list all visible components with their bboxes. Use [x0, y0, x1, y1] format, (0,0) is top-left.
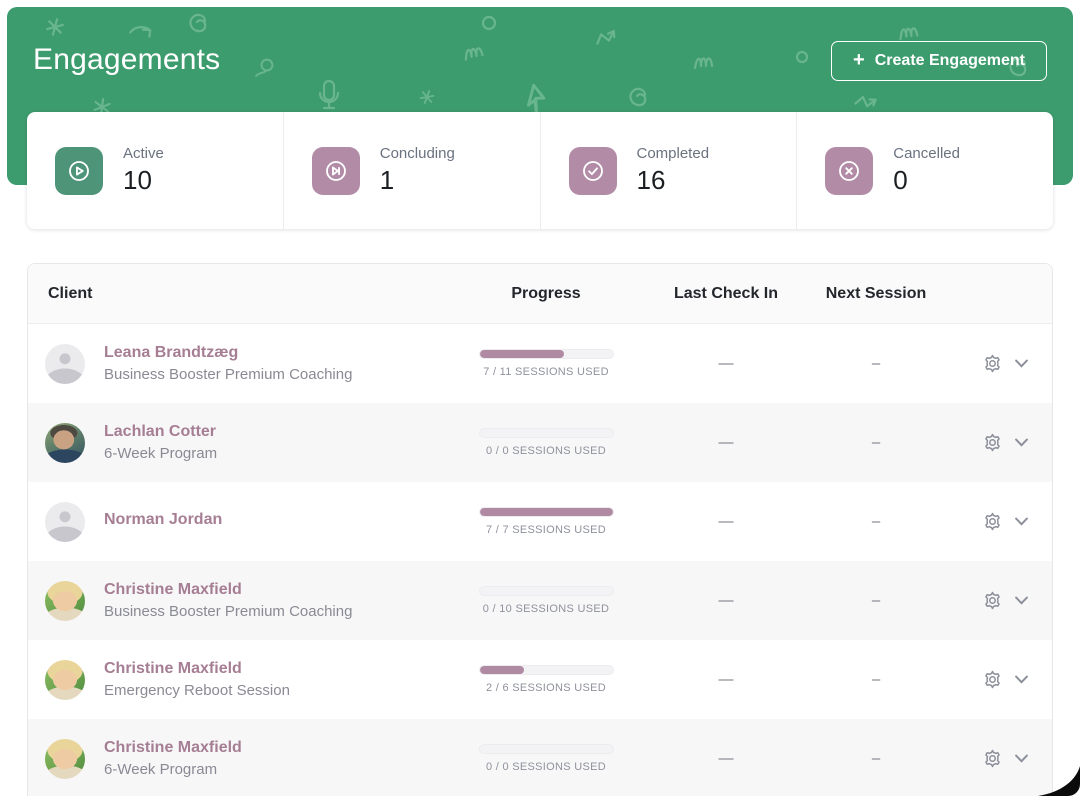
- engagements-table: Client Progress Last Check In Next Sessi…: [27, 263, 1053, 796]
- settings-gear-icon[interactable]: [982, 511, 1003, 532]
- settings-gear-icon[interactable]: [982, 590, 1003, 611]
- progress-cell: 0 / 10 SESSIONS USED: [448, 586, 644, 615]
- last-check-in: —: [644, 671, 808, 688]
- last-check-in: —: [644, 355, 808, 372]
- settings-gear-icon[interactable]: [982, 353, 1003, 374]
- chevron-down-icon[interactable]: [1015, 438, 1028, 447]
- plus-icon: +: [853, 50, 865, 70]
- stat-value: 1: [380, 165, 455, 196]
- stat-card-completed: Completed 16: [540, 112, 797, 229]
- stat-card-cancelled: Cancelled 0: [796, 112, 1053, 229]
- avatar: [45, 344, 85, 384]
- last-check-in: —: [644, 434, 808, 451]
- progress-bar: [479, 744, 614, 754]
- chevron-down-icon[interactable]: [1015, 359, 1028, 368]
- sessions-label: 7 / 7 SESSIONS USED: [486, 524, 606, 536]
- client-name[interactable]: Leana Brandtzæg: [104, 344, 352, 362]
- column-header-client: Client: [28, 285, 448, 303]
- client-name[interactable]: Lachlan Cotter: [104, 423, 217, 441]
- column-header-progress: Progress: [448, 285, 644, 303]
- next-session: –: [808, 592, 944, 609]
- sessions-label: 0 / 0 SESSIONS USED: [486, 761, 606, 773]
- progress-fill: [480, 350, 565, 358]
- skip-end-circle-icon: [312, 147, 360, 195]
- corner-decoration: [1038, 766, 1080, 796]
- stat-label: Cancelled: [893, 145, 960, 162]
- next-session: –: [808, 513, 944, 530]
- engagement-row[interactable]: Leana Brandtzæg Business Booster Premium…: [28, 324, 1052, 403]
- progress-cell: 2 / 6 SESSIONS USED: [448, 665, 644, 694]
- progress-cell: 7 / 7 SESSIONS USED: [448, 507, 644, 536]
- next-session: –: [808, 671, 944, 688]
- column-header-next-session: Next Session: [808, 285, 944, 303]
- stat-card-concluding: Concluding 1: [283, 112, 540, 229]
- progress-cell: 7 / 11 SESSIONS USED: [448, 349, 644, 378]
- client-program: Business Booster Premium Coaching: [104, 366, 352, 383]
- progress-bar: [479, 665, 614, 675]
- engagement-row[interactable]: Christine Maxfield Business Booster Prem…: [28, 561, 1052, 640]
- client-program: 6-Week Program: [104, 445, 217, 462]
- stat-value: 0: [893, 165, 960, 196]
- client-program: 6-Week Program: [104, 761, 242, 778]
- last-check-in: —: [644, 513, 808, 530]
- progress-cell: 0 / 0 SESSIONS USED: [448, 744, 644, 773]
- sessions-label: 7 / 11 SESSIONS USED: [483, 366, 609, 378]
- next-session: –: [808, 434, 944, 451]
- engagement-row[interactable]: Christine Maxfield 6-Week Program 0 / 0 …: [28, 719, 1052, 796]
- progress-bar: [479, 428, 614, 438]
- client-name[interactable]: Christine Maxfield: [104, 739, 242, 757]
- avatar: [45, 581, 85, 621]
- x-circle-icon: [825, 147, 873, 195]
- client-name[interactable]: Christine Maxfield: [104, 660, 290, 678]
- avatar: [45, 739, 85, 779]
- check-circle-icon: [569, 147, 617, 195]
- avatar: [45, 660, 85, 700]
- progress-bar: [479, 507, 614, 517]
- engagements-page: Engagements + Create Engagement Active 1…: [0, 0, 1080, 796]
- stat-label: Completed: [637, 145, 710, 162]
- next-session: –: [808, 355, 944, 372]
- chevron-down-icon[interactable]: [1015, 596, 1028, 605]
- settings-gear-icon[interactable]: [982, 669, 1003, 690]
- stat-value: 10: [123, 165, 164, 196]
- progress-bar: [479, 349, 614, 359]
- progress-bar: [479, 586, 614, 596]
- stat-label: Active: [123, 145, 164, 162]
- stat-card-active: Active 10: [27, 112, 283, 229]
- column-header-last-check-in: Last Check In: [644, 285, 808, 303]
- page-title: Engagements: [33, 43, 220, 77]
- engagement-row[interactable]: Lachlan Cotter 6-Week Program 0 / 0 SESS…: [28, 403, 1052, 482]
- table-body: Leana Brandtzæg Business Booster Premium…: [28, 324, 1052, 796]
- table-header-row: Client Progress Last Check In Next Sessi…: [28, 264, 1052, 324]
- avatar: [45, 502, 85, 542]
- next-session: –: [808, 750, 944, 767]
- engagement-row[interactable]: Christine Maxfield Emergency Reboot Sess…: [28, 640, 1052, 719]
- chevron-down-icon[interactable]: [1015, 517, 1028, 526]
- last-check-in: —: [644, 592, 808, 609]
- settings-gear-icon[interactable]: [982, 432, 1003, 453]
- progress-cell: 0 / 0 SESSIONS USED: [448, 428, 644, 457]
- create-engagement-label: Create Engagement: [875, 52, 1025, 70]
- sessions-label: 0 / 0 SESSIONS USED: [486, 445, 606, 457]
- engagement-stats-bar: Active 10 Concluding 1: [27, 112, 1053, 229]
- create-engagement-button[interactable]: + Create Engagement: [831, 41, 1047, 81]
- client-name[interactable]: Norman Jordan: [104, 511, 222, 529]
- settings-gear-icon[interactable]: [982, 748, 1003, 769]
- progress-fill: [480, 508, 613, 516]
- last-check-in: —: [644, 750, 808, 767]
- client-program: Emergency Reboot Session: [104, 682, 290, 699]
- progress-fill: [480, 666, 524, 674]
- client-name[interactable]: Christine Maxfield: [104, 581, 352, 599]
- play-circle-icon: [55, 147, 103, 195]
- chevron-down-icon[interactable]: [1015, 754, 1028, 763]
- client-program: Business Booster Premium Coaching: [104, 603, 352, 620]
- engagement-row[interactable]: Norman Jordan 7 / 7 SESSIONS USED — –: [28, 482, 1052, 561]
- stat-value: 16: [637, 165, 710, 196]
- avatar: [45, 423, 85, 463]
- sessions-label: 2 / 6 SESSIONS USED: [486, 682, 606, 694]
- stat-label: Concluding: [380, 145, 455, 162]
- chevron-down-icon[interactable]: [1015, 675, 1028, 684]
- sessions-label: 0 / 10 SESSIONS USED: [483, 603, 609, 615]
